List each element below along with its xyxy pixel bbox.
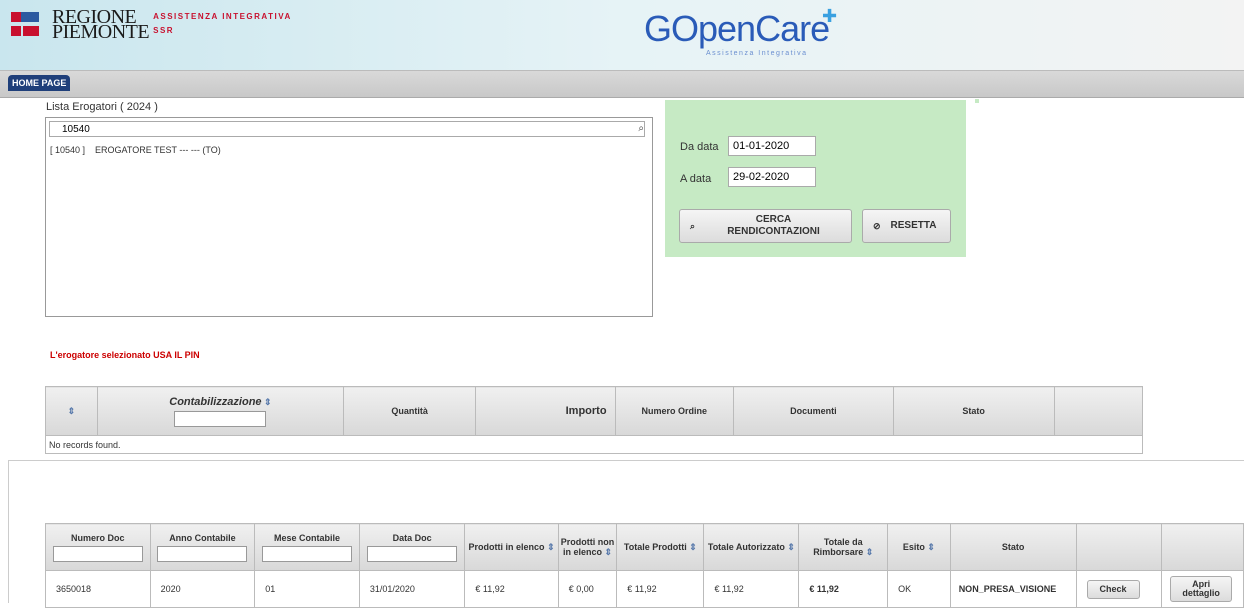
col-totale-prodotti[interactable]: Totale Prodotti ⇕ [616, 523, 705, 571]
cell-data: 31/01/2020 [358, 570, 466, 608]
to-date-label: A data [680, 173, 712, 185]
data-doc-filter-input[interactable] [367, 545, 458, 562]
apri-dettaglio-button[interactable]: Apri dettaglio [1170, 576, 1233, 602]
from-date-input[interactable] [728, 136, 816, 156]
sort-icon[interactable]: ⇕ [68, 406, 76, 416]
reset-icon: ⊘ [873, 221, 881, 231]
erogatori-list[interactable]: ⌕ [ 10540 ] EROGATORE TEST --- --- (TO) [45, 117, 653, 317]
cell-prod-in: € 11,92 [464, 570, 559, 608]
col-quantita: Quantità [343, 386, 477, 436]
regione-logo: REGIONE PIEMONTE ASSISTENZA INTEGRATIVA … [11, 6, 292, 43]
cell-check: Check [1075, 570, 1163, 608]
divider [8, 460, 9, 603]
check-button[interactable]: Check [1086, 579, 1140, 599]
divider [8, 460, 1244, 461]
select-column-header[interactable]: ⇕ [45, 386, 98, 436]
documenti-table: Numero Doc Anno Contabile Mese Contabile… [45, 523, 1244, 608]
logo-cross-icon: ✚ [822, 6, 837, 26]
col-totale-rimborsare[interactable]: Totale da Rimborsare ⇕ [798, 523, 889, 571]
cell-dettaglio: Apri dettaglio [1161, 570, 1244, 608]
search-icon: ⌕ [690, 221, 696, 231]
from-date-label: Da data [680, 141, 719, 153]
list-label: Lista Erogatori ( 2024 ) [46, 101, 158, 113]
tab-home-page[interactable]: HOME PAGE [8, 75, 71, 91]
date-filter-panel: Da data A data ⌕ CERCA RENDICONTAZIONI ⊘… [665, 100, 966, 257]
col-actions [1053, 386, 1144, 436]
regione-flag-icon [11, 12, 49, 36]
cell-mese: 01 [254, 570, 360, 608]
cell-esito: OK [887, 570, 951, 608]
contabilizzazioni-table: ⇕ Contabilizzazione ⇕ Quantità Importo N… [45, 386, 1144, 454]
nav-bar: HOME PAGE [0, 70, 1244, 98]
col-esito[interactable]: Esito ⇕ [887, 523, 951, 571]
contabilizzazione-filter-input[interactable] [174, 410, 267, 427]
col-check [1075, 523, 1163, 571]
search-icon[interactable]: ⌕ [638, 123, 644, 134]
sort-icon[interactable]: ⇕ [787, 542, 795, 552]
col-mese-contabile[interactable]: Mese Contabile [254, 523, 360, 571]
cell-tot-rimb: € 11,92 [798, 570, 889, 608]
col-data-doc[interactable]: Data Doc [358, 523, 466, 571]
cell-anno: 2020 [149, 570, 256, 608]
cerca-rendicontazioni-button[interactable]: ⌕ CERCA RENDICONTAZIONI [679, 209, 852, 243]
col-documenti: Documenti [733, 386, 894, 436]
col-numero-ordine: Numero Ordine [614, 386, 735, 436]
sort-icon[interactable]: ⇕ [866, 547, 874, 557]
sort-icon[interactable]: ⇕ [547, 542, 555, 552]
col-numero-doc[interactable]: Numero Doc [45, 523, 151, 571]
col-anno-contabile[interactable]: Anno Contabile [149, 523, 256, 571]
table-row: 3650018 2020 01 31/01/2020 € 11,92 € 0,0… [45, 570, 1244, 608]
sort-icon[interactable]: ⇕ [264, 397, 272, 407]
erogatore-search-input[interactable] [49, 121, 645, 137]
col-importo: Importo [475, 386, 616, 436]
gopencare-logo: GOpenCare ✚ Assistenza Integrativa [644, 6, 837, 57]
to-date-input[interactable] [728, 167, 816, 187]
cell-tot-aut: € 11,92 [703, 570, 800, 608]
mese-filter-input[interactable] [262, 545, 353, 562]
empty-message: No records found. [45, 435, 1143, 454]
col-dettaglio [1161, 523, 1244, 571]
col-prodotti-non-in-elenco[interactable]: Prodotti non in elenco ⇕ [557, 523, 618, 571]
resetta-button[interactable]: ⊘ RESETTA [862, 209, 951, 243]
app-header: REGIONE PIEMONTE ASSISTENZA INTEGRATIVA … [0, 0, 1244, 70]
sort-icon[interactable]: ⇕ [689, 542, 697, 552]
numero-doc-filter-input[interactable] [52, 545, 143, 562]
list-item[interactable]: [ 10540 ] EROGATORE TEST --- --- (TO) [50, 145, 221, 155]
col-stato: Stato [892, 386, 1055, 436]
cell-prod-non-in: € 0,00 [557, 570, 618, 608]
cell-tot-prod: € 11,92 [616, 570, 705, 608]
col-totale-autorizzato[interactable]: Totale Autorizzato ⇕ [703, 523, 800, 571]
anno-filter-input[interactable] [157, 545, 248, 562]
col-prodotti-in-elenco[interactable]: Prodotti in elenco ⇕ [464, 523, 559, 571]
col-contabilizzazione[interactable]: Contabilizzazione ⇕ [96, 386, 345, 436]
regione-name: REGIONE PIEMONTE [52, 6, 150, 43]
col-stato: Stato [949, 523, 1077, 571]
panel-marker [975, 99, 979, 103]
sort-icon[interactable]: ⇕ [605, 547, 613, 557]
sort-icon[interactable]: ⇕ [927, 542, 935, 552]
assistenza-label: ASSISTENZA INTEGRATIVA SSR [153, 12, 292, 35]
cell-stato: NON_PRESA_VISIONE [949, 570, 1077, 608]
pin-message: L'erogatore selezionato USA IL PIN [50, 350, 200, 360]
cell-numero-doc: 3650018 [45, 570, 151, 608]
